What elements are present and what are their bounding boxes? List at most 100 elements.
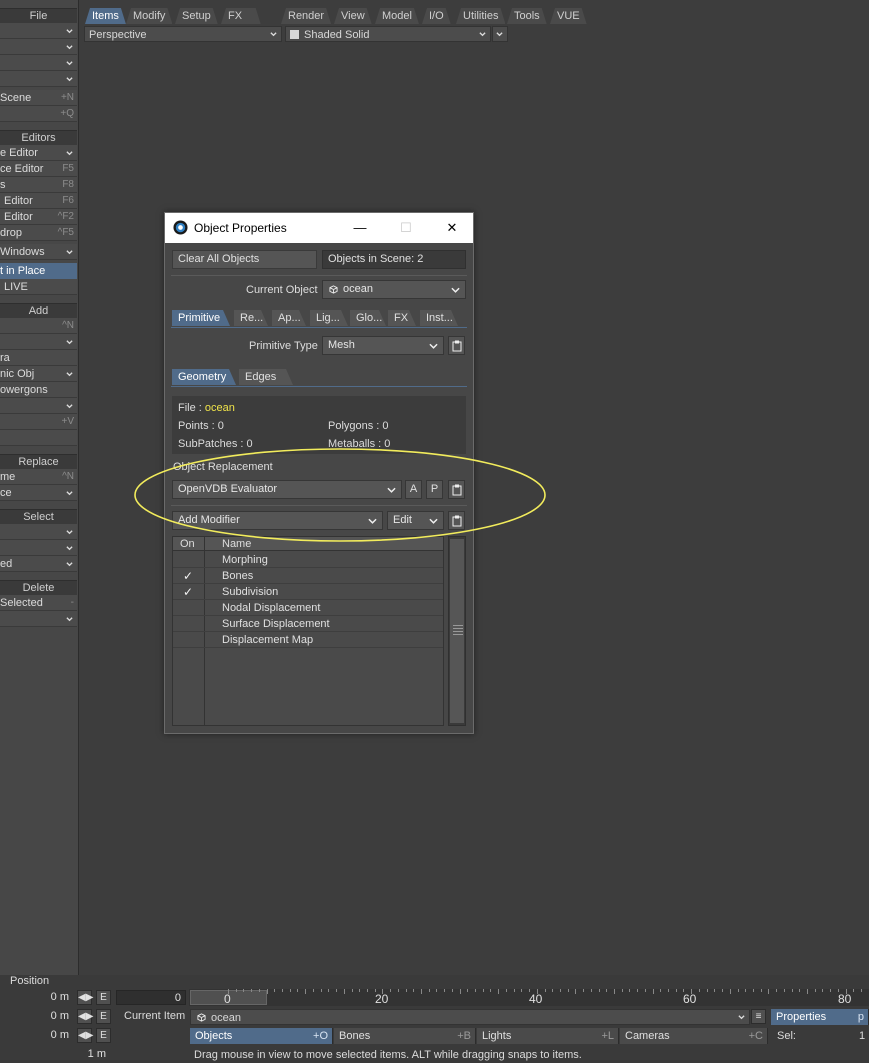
modifier-list[interactable]: On Name Morphing ✓ Bones ✓ Subdivision Nod…	[172, 536, 444, 726]
add-button-5[interactable]: +V	[0, 414, 77, 430]
editor-button-5[interactable]: Editor ^F2	[0, 209, 77, 225]
live-button[interactable]: LIVE	[0, 279, 77, 295]
tab-fx[interactable]: FX	[388, 310, 416, 326]
delete-dropdown[interactable]	[0, 611, 77, 627]
add-button-3[interactable]: nic Obj	[0, 366, 77, 382]
tab-view[interactable]: View	[334, 8, 372, 24]
tab-items[interactable]: Items	[85, 8, 126, 24]
item-list-button[interactable]: ≡	[751, 1009, 766, 1024]
dialog-title-bar[interactable]: Object Properties — ☐ ✕	[165, 213, 473, 243]
tab-primitive[interactable]: Primitive	[172, 310, 230, 326]
viewport-options-dropdown[interactable]	[492, 26, 508, 42]
editor-button-2[interactable]: ce Editor F5	[0, 161, 77, 177]
e-button[interactable]: E	[96, 1028, 111, 1043]
tab-render[interactable]: Re...	[234, 310, 268, 326]
clipboard-button[interactable]	[448, 511, 465, 530]
modifier-row[interactable]: ✓ Bones	[173, 568, 443, 584]
tab-fx-tools[interactable]: FX Tools	[221, 8, 261, 24]
scrollbar-thumb[interactable]	[450, 539, 464, 723]
modifier-row[interactable]: Displacement Map	[173, 632, 443, 648]
modifier-row[interactable]: ✓ Subdivision	[173, 584, 443, 600]
add-button-2[interactable]: ra	[0, 350, 77, 366]
view-mode-dropdown[interactable]: Perspective	[84, 26, 282, 42]
clipboard-button[interactable]	[448, 336, 465, 355]
left-dropdown-4[interactable]	[0, 71, 77, 87]
add-modifier-dropdown[interactable]: Add Modifier	[172, 511, 383, 530]
maximize-button[interactable]: ☐	[383, 213, 429, 243]
clear-all-objects-button[interactable]: Clear All Objects	[172, 250, 317, 269]
modifier-row[interactable]: Nodal Displacement	[173, 600, 443, 616]
delete-selected-button[interactable]: Selected -	[0, 595, 77, 611]
cameras-selector[interactable]: Cameras +C	[620, 1028, 768, 1044]
tab-instancing[interactable]: Inst...	[420, 310, 458, 326]
tab-utilities[interactable]: Utilities	[456, 8, 505, 24]
modifier-list-scrollbar[interactable]	[448, 536, 466, 726]
editor-button-1[interactable]: e Editor	[0, 145, 77, 161]
windows-dropdown[interactable]: Windows	[0, 244, 77, 260]
position-z-field[interactable]: 0 m	[0, 1028, 73, 1043]
shading-dropdown[interactable]: Shaded Solid	[285, 26, 491, 42]
position-x-field[interactable]: 0 m	[0, 990, 73, 1005]
frame-field[interactable]: 0	[116, 990, 186, 1005]
quit-button[interactable]: +Q	[0, 106, 77, 122]
tab-tools[interactable]: Tools	[507, 8, 547, 24]
modifier-row[interactable]: Morphing	[173, 552, 443, 568]
left-dropdown-3[interactable]	[0, 55, 77, 71]
tab-geometry[interactable]: Geometry	[172, 369, 236, 385]
lights-selector[interactable]: Lights +L	[477, 1028, 619, 1044]
editor-button-4[interactable]: Editor F6	[0, 193, 77, 209]
file-menu[interactable]: File	[0, 8, 77, 23]
move-arrows-icon[interactable]: ◀▶	[77, 1009, 93, 1024]
add-dropdown[interactable]	[0, 334, 77, 350]
edit-in-place-button[interactable]: t in Place	[0, 263, 77, 279]
properties-button[interactable]: Properties p	[771, 1009, 869, 1025]
add-dropdown-2[interactable]	[0, 398, 77, 414]
column-on[interactable]: On	[180, 537, 195, 551]
clipboard-button[interactable]	[448, 480, 465, 499]
tab-global-illumination[interactable]: Glo...	[350, 310, 386, 326]
select-dropdown-3[interactable]: ed	[0, 556, 77, 572]
modifier-row[interactable]: Surface Displacement	[173, 616, 443, 632]
bones-selector[interactable]: Bones +B	[334, 1028, 476, 1044]
e-button[interactable]: E	[96, 990, 111, 1005]
left-dropdown-1[interactable]	[0, 23, 77, 39]
replacement-a-button[interactable]: A	[405, 480, 422, 499]
editor-button-3[interactable]: s F8	[0, 177, 77, 193]
editor-button-6[interactable]: drop ^F5	[0, 225, 77, 241]
object-replacement-dropdown[interactable]: OpenVDB Evaluator	[172, 480, 402, 499]
tab-modify[interactable]: Modify	[126, 8, 172, 24]
select-dropdown-1[interactable]	[0, 524, 77, 540]
tab-io[interactable]: I/O	[422, 8, 451, 24]
e-button[interactable]: E	[96, 1009, 111, 1024]
add-button-1[interactable]: ^N	[0, 318, 77, 334]
left-dropdown-2[interactable]	[0, 39, 77, 55]
current-item-dropdown[interactable]: ocean	[190, 1009, 750, 1025]
tab-setup[interactable]: Setup	[175, 8, 218, 24]
add-button-4[interactable]: owergons	[0, 382, 77, 398]
modifier-enabled-check[interactable]: ✓	[183, 584, 193, 600]
column-name[interactable]: Name	[222, 537, 251, 551]
move-arrows-icon[interactable]: ◀▶	[77, 1028, 93, 1043]
position-y-field[interactable]: 0 m	[0, 1009, 73, 1024]
tab-edges[interactable]: Edges	[239, 369, 293, 385]
replace-button-2[interactable]: ce	[0, 485, 77, 501]
modifier-enabled-check[interactable]: ✓	[183, 568, 193, 584]
primitive-type-dropdown[interactable]: Mesh	[322, 336, 444, 355]
timeline-ruler[interactable]: 0 20 40 60 80	[189, 989, 869, 1006]
tab-model[interactable]: Model	[375, 8, 419, 24]
add-button-6[interactable]	[0, 430, 77, 446]
move-arrows-icon[interactable]: ◀▶	[77, 990, 93, 1005]
replace-button-1[interactable]: me ^N	[0, 469, 77, 485]
minimize-button[interactable]: —	[337, 213, 383, 243]
tab-appearance[interactable]: Ap...	[272, 310, 306, 326]
edit-dropdown[interactable]: Edit	[387, 511, 444, 530]
tab-vue[interactable]: VUE	[550, 8, 587, 24]
current-object-dropdown[interactable]: ocean	[322, 280, 466, 299]
close-button[interactable]: ✕	[429, 213, 475, 243]
tab-lights[interactable]: Lig...	[310, 310, 348, 326]
scene-button[interactable]: Scene +N	[0, 90, 77, 106]
tab-render[interactable]: Render	[281, 8, 331, 24]
objects-selector[interactable]: Objects +O	[190, 1028, 333, 1044]
select-dropdown-2[interactable]	[0, 540, 77, 556]
grid-size-field[interactable]: 1 m	[0, 1047, 110, 1062]
